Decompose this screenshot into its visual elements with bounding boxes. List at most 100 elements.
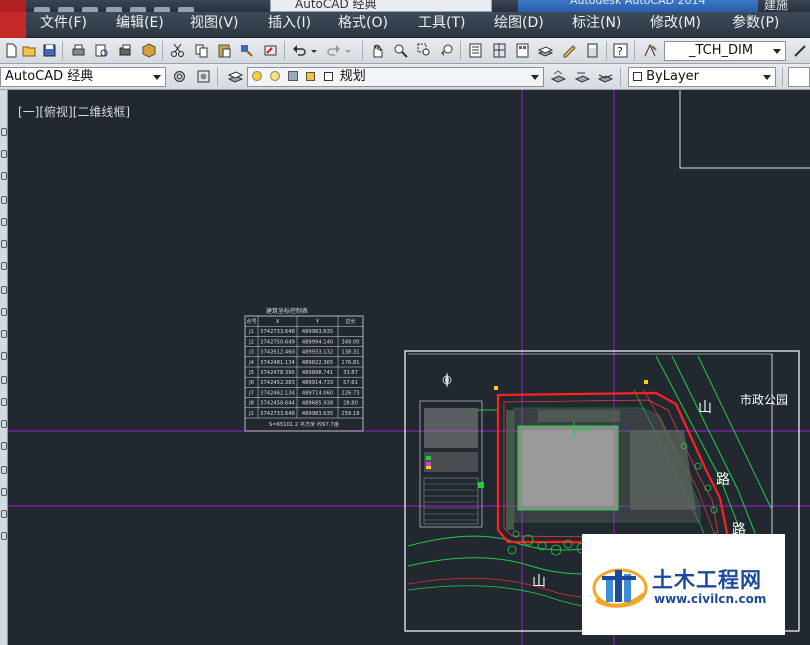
- multiline-text-icon[interactable]: [1, 532, 7, 540]
- make-current-layer-icon[interactable]: [550, 68, 567, 85]
- match-properties-icon[interactable]: [238, 42, 255, 59]
- menu-format[interactable]: 格式(O): [338, 12, 388, 38]
- circle-icon[interactable]: [1, 262, 7, 270]
- layer-properties-icon[interactable]: [227, 68, 244, 85]
- block-editor-icon[interactable]: [262, 42, 279, 59]
- layer-previous-icon[interactable]: [574, 68, 591, 85]
- print-icon[interactable]: [70, 42, 87, 59]
- copy-icon[interactable]: [193, 42, 210, 59]
- polygon-icon[interactable]: [1, 196, 7, 204]
- menu-file[interactable]: 文件(F): [40, 12, 87, 38]
- zoom-previous-icon[interactable]: [439, 42, 456, 59]
- coord-table-cell: J8: [248, 401, 254, 407]
- application-menu-button[interactable]: [0, 0, 26, 12]
- workspace-switcher[interactable]: AutoCAD 经典: [270, 0, 492, 12]
- coord-table-cell: J7: [248, 390, 254, 396]
- layer-lock-icon[interactable]: [306, 72, 316, 81]
- 3d-print-icon[interactable]: [141, 42, 158, 59]
- tool-palettes-icon[interactable]: [514, 42, 531, 59]
- coord-table-cell: 489983.635: [302, 329, 333, 335]
- layer-state-icon[interactable]: [597, 68, 614, 85]
- design-center-icon[interactable]: [491, 42, 508, 59]
- draw-toolbar-docked: [0, 90, 8, 645]
- pan-icon[interactable]: [369, 42, 386, 59]
- coord-table-cell: 489914.733: [302, 380, 333, 386]
- layer-select[interactable]: 规划: [247, 67, 544, 87]
- save-icon[interactable]: [41, 42, 58, 59]
- color-swatch: [633, 72, 642, 81]
- help-icon[interactable]: ?: [612, 42, 629, 59]
- south-road-label: 山: [532, 574, 546, 590]
- new-icon[interactable]: [3, 42, 20, 59]
- menu-edit[interactable]: 编辑(E): [116, 12, 164, 38]
- color-select[interactable]: ByLayer: [628, 67, 776, 87]
- coord-table-cell: 138.31: [341, 350, 359, 356]
- menu-draw[interactable]: 绘图(D): [494, 12, 544, 38]
- make-block-icon[interactable]: [1, 398, 7, 406]
- undo-dropdown-icon[interactable]: [310, 42, 318, 59]
- calculator-icon[interactable]: [584, 42, 601, 59]
- coord-table-cell: J2: [248, 339, 254, 345]
- table-icon[interactable]: [1, 510, 7, 518]
- customize-icon[interactable]: [195, 68, 212, 85]
- properties-icon[interactable]: [467, 42, 484, 59]
- workspace-select[interactable]: AutoCAD 经典: [0, 67, 166, 87]
- open-icon[interactable]: [21, 42, 38, 59]
- zoom-realtime-icon[interactable]: [392, 42, 409, 59]
- insert-block-icon[interactable]: [1, 376, 7, 384]
- gradient-icon[interactable]: [1, 466, 7, 474]
- coord-table-cell: 489983.635: [302, 411, 333, 417]
- legend-block: [419, 400, 483, 528]
- layer-freeze-icon[interactable]: [270, 71, 281, 81]
- spline-icon[interactable]: [1, 308, 7, 316]
- ellipse-arc-icon[interactable]: [1, 352, 7, 360]
- point-icon[interactable]: [1, 420, 7, 428]
- coord-table-cell: 33.87: [343, 370, 358, 376]
- coord-table-cell: J6: [248, 380, 254, 386]
- title-bar: AutoCAD 经典 Autodesk AutoCAD 2014 建施: [0, 0, 810, 12]
- title-user: 建施: [764, 0, 789, 12]
- construction-line-icon[interactable]: [1, 150, 7, 158]
- markup-icon[interactable]: [561, 42, 578, 59]
- north-arrow-icon: [442, 372, 452, 388]
- coord-table-cell: 3742733.648: [260, 411, 295, 417]
- menu-view[interactable]: 视图(V): [190, 12, 239, 38]
- polyline-icon[interactable]: [1, 172, 7, 180]
- hatch-icon[interactable]: [1, 442, 7, 450]
- cut-icon[interactable]: [169, 42, 186, 59]
- coord-table-cell: 3742478.395: [260, 370, 295, 376]
- menu-dimension[interactable]: 标注(N): [572, 12, 621, 38]
- coord-table-header: X: [276, 319, 280, 325]
- coord-table-cell: 489933.132: [302, 350, 333, 356]
- application-button[interactable]: [0, 12, 26, 38]
- layer-viewport-icon[interactable]: [288, 71, 299, 81]
- region-icon[interactable]: [1, 488, 7, 496]
- zoom-window-icon[interactable]: [416, 42, 433, 59]
- menu-parameters[interactable]: 参数(P): [732, 12, 779, 38]
- coord-table-cell: 489822.365: [302, 360, 333, 366]
- menu-modify[interactable]: 修改(M): [650, 12, 701, 38]
- undo-icon[interactable]: [291, 42, 308, 59]
- menu-insert[interactable]: 插入(I): [268, 12, 311, 38]
- paste-icon[interactable]: [216, 42, 233, 59]
- coord-table-cell: J4: [248, 360, 255, 366]
- redo-dropdown-icon[interactable]: [344, 42, 352, 59]
- linetype-select[interactable]: [788, 67, 810, 87]
- dim-style-icon[interactable]: [642, 42, 659, 59]
- layer-on-icon[interactable]: [252, 71, 262, 81]
- revcloud-icon[interactable]: [1, 286, 7, 294]
- print-preview-icon[interactable]: [93, 42, 110, 59]
- publish-icon[interactable]: [117, 42, 134, 59]
- dim-style-select[interactable]: _TCH_DIM: [664, 41, 786, 61]
- redo-icon[interactable]: [325, 42, 342, 59]
- arc-icon[interactable]: [1, 240, 7, 248]
- layer-color-swatch: [323, 72, 333, 81]
- ellipse-icon[interactable]: [1, 330, 7, 338]
- dim-style-manager-icon[interactable]: [792, 42, 809, 59]
- coord-table-cell: 3742612.460: [260, 350, 295, 356]
- line-tool-icon[interactable]: [1, 128, 7, 136]
- sheet-set-icon[interactable]: [537, 42, 554, 59]
- menu-tools[interactable]: 工具(T): [418, 12, 465, 38]
- workspace-settings-icon[interactable]: [171, 68, 188, 85]
- rectangle-icon[interactable]: [1, 218, 7, 226]
